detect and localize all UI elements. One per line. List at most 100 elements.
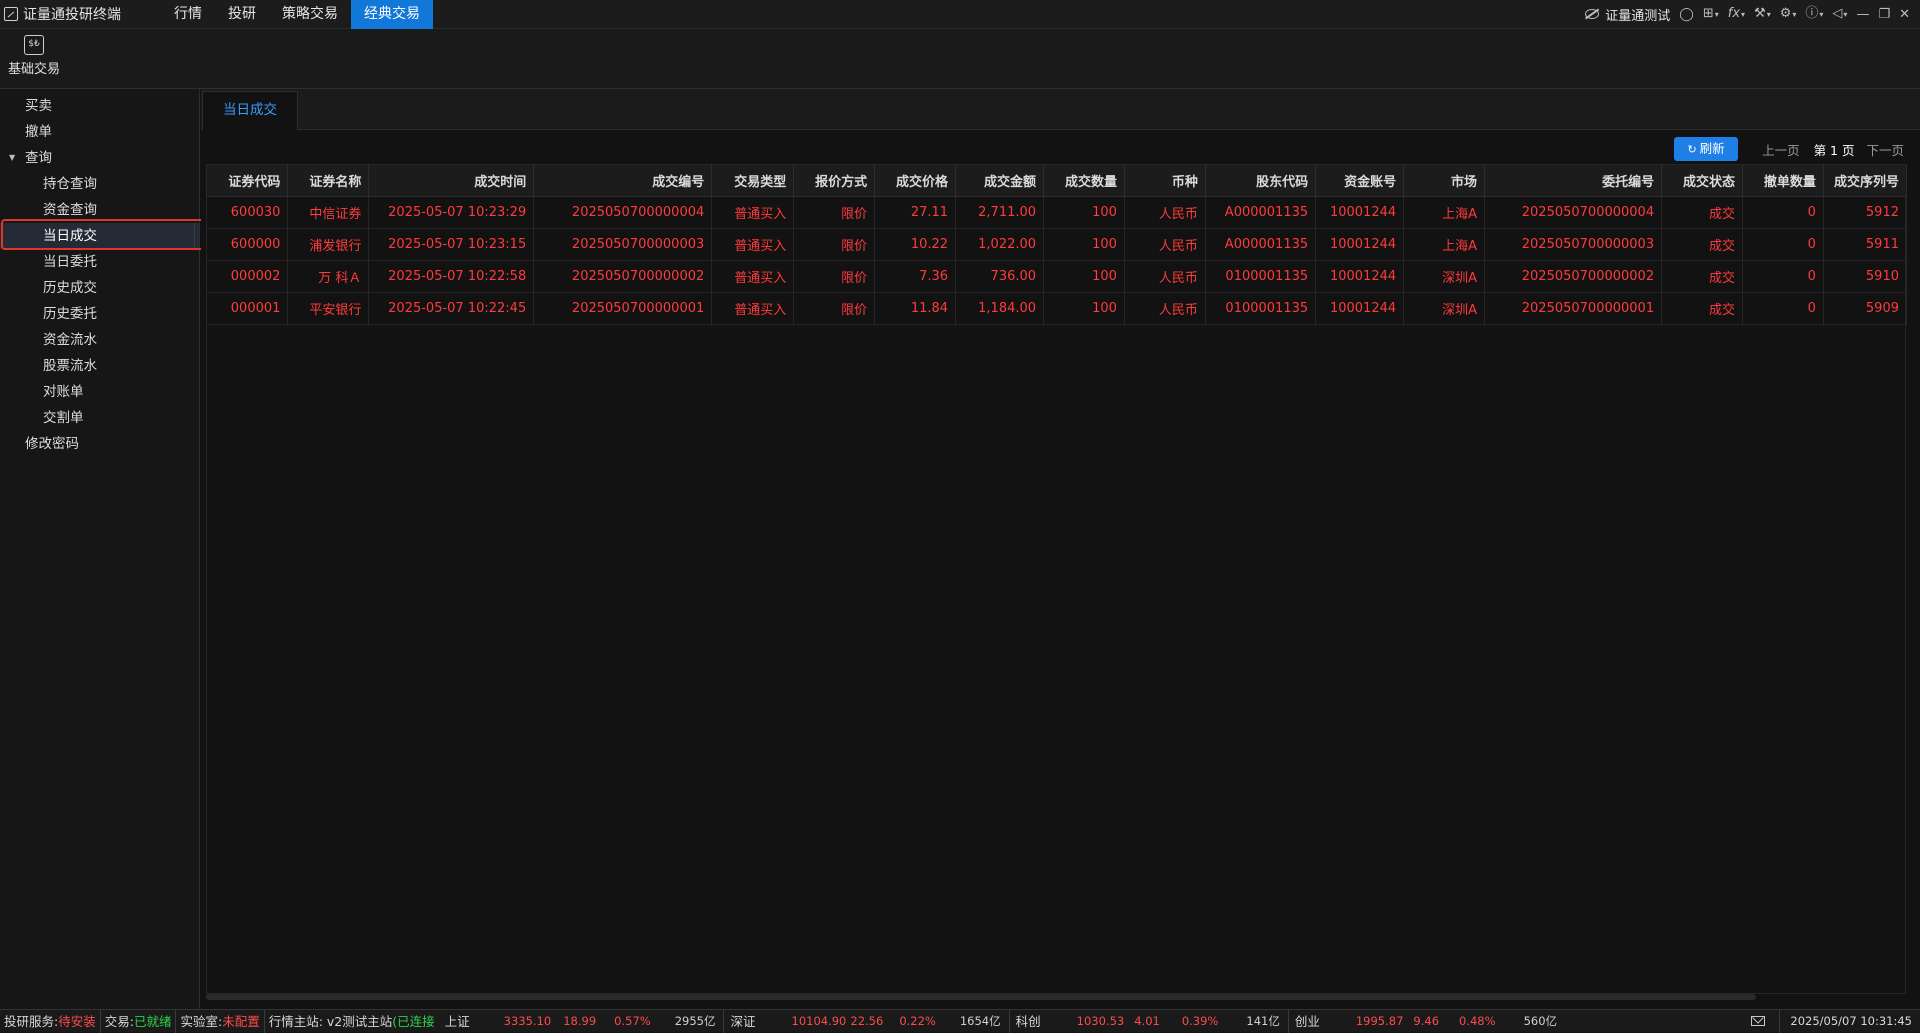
cell-price-type: 限价	[793, 196, 876, 229]
sidebar-item-position-query[interactable]: 持仓查询	[0, 171, 199, 197]
cell-stock-code: 000002	[207, 260, 289, 293]
column-header-market[interactable]: 市场	[1403, 165, 1486, 197]
cell-fund-account: 10001244	[1315, 260, 1405, 293]
index-name[interactable]: 科创	[1010, 1010, 1047, 1033]
sidebar-item-history-orders[interactable]: 历史委托	[0, 301, 199, 327]
column-header-trade-price[interactable]: 成交价格	[874, 165, 957, 197]
user-icon[interactable]: ◯	[1679, 0, 1694, 29]
sidebar-item-cancel-order[interactable]: 撤单	[0, 119, 199, 145]
sidebar: 买卖 撤单 ▼ 查询 持仓查询 资金查询 当日成交 当日委托 历史成交 历史委托 …	[0, 89, 200, 1009]
restore-icon[interactable]: ❐	[1878, 0, 1890, 29]
column-header-trade-time[interactable]: 成交时间	[368, 165, 535, 197]
column-header-order-no[interactable]: 委托编号	[1484, 165, 1663, 197]
column-header-fund-account[interactable]: 资金账号	[1315, 165, 1405, 197]
sidebar-item-delivery-note[interactable]: 交割单	[0, 405, 199, 431]
table-row[interactable]: 600000 浦发银行 2025-05-07 10:23:15 20250507000…	[207, 228, 1908, 261]
index-amount: 2955亿	[651, 1009, 725, 1033]
help-icon[interactable]: ⓘ▾	[1805, 0, 1823, 29]
table-row[interactable]: 000001 平安银行 2025-05-07 10:22:45 20250507000…	[207, 292, 1908, 325]
trades-table: 证券代码 证券名称 成交时间 成交编号 交易类型 报价方式 成交价格 成交金额 成交数量 币种 股东…	[207, 165, 1908, 325]
cell-stock-name: 中信证券	[287, 196, 370, 229]
sidebar-item-buy-sell[interactable]: 买卖	[0, 93, 199, 119]
gear-icon[interactable]: ⚙▾	[1780, 0, 1797, 29]
pager: ↻ 刷新 上一页 第 1 页 下一页	[1674, 136, 1904, 162]
column-header-stock-code[interactable]: 证券代码	[207, 165, 289, 197]
sidebar-item-stock-flow[interactable]: 股票流水	[0, 353, 199, 379]
close-icon[interactable]: ✕	[1899, 0, 1910, 29]
cell-trade-status: 成交	[1661, 196, 1744, 229]
sidebar-item-fund-flow[interactable]: 资金流水	[0, 327, 199, 353]
cell-stock-code: 600030	[207, 196, 289, 229]
sidebar-item-change-password[interactable]: 修改密码	[0, 431, 199, 457]
quote-server-label: 行情主站: v2测试主站	[268, 1013, 393, 1029]
cell-holder-code: A000001135	[1205, 228, 1317, 261]
sidebar-item-statement[interactable]: 对账单	[0, 379, 199, 405]
mail-icon[interactable]	[1751, 1016, 1766, 1026]
table-row[interactable]: 000002 万 科Ａ 2025-05-07 10:22:58 20250507000…	[207, 260, 1908, 293]
index-pct: 0.39%	[1181, 1013, 1219, 1028]
fx-icon[interactable]: fx▾	[1728, 0, 1745, 29]
refresh-button[interactable]: ↻ 刷新	[1674, 137, 1739, 161]
trade-status: 交易:已就绪	[101, 1009, 177, 1033]
cell-trade-amount: 2,711.00	[955, 196, 1045, 229]
column-header-stock-name[interactable]: 证券名称	[287, 165, 370, 197]
sidebar-item-today-trades[interactable]: 当日成交	[0, 223, 199, 249]
index-change: 9.46	[1413, 1013, 1440, 1028]
cell-trade-no: 2025050700000001	[533, 292, 713, 325]
cell-stock-name: 浦发银行	[287, 228, 370, 261]
index-name[interactable]: 创业	[1289, 1010, 1326, 1033]
research-service-value: 待安装	[58, 1013, 96, 1029]
cell-currency: 人民币	[1124, 228, 1206, 261]
menu-item-strategy-trade[interactable]: 策略交易	[269, 0, 351, 29]
table-row[interactable]: 600030 中信证券 2025-05-07 10:23:29 20250507000…	[207, 196, 1908, 229]
index-pct: 0.48%	[1459, 1013, 1496, 1028]
index-price: 10104.90	[791, 1013, 847, 1028]
column-header-trade-seq[interactable]: 成交序列号	[1823, 165, 1908, 197]
lab-status: 实验室:未配置	[176, 1009, 265, 1033]
horizontal-scrollbar[interactable]	[206, 994, 1756, 1000]
trade-status-label: 交易:	[104, 1013, 134, 1029]
wrench-icon[interactable]: ⚒▾	[1754, 0, 1771, 29]
cell-trade-qty: 100	[1043, 196, 1125, 229]
menu-item-market[interactable]: 行情	[161, 0, 215, 29]
menu-item-research[interactable]: 投研	[215, 0, 269, 29]
column-header-price-type[interactable]: 报价方式	[793, 165, 876, 197]
tab-today-trades[interactable]: 当日成交	[202, 91, 298, 130]
menu-item-classic-trade[interactable]: 经典交易	[351, 0, 433, 29]
basic-trade-button[interactable]: $₺ 基础交易	[6, 33, 62, 83]
column-header-cancel-qty[interactable]: 撤单数量	[1742, 165, 1824, 197]
sidebar-group-query[interactable]: ▼ 查询	[0, 145, 199, 171]
app-title: 证量通投研终端	[23, 7, 121, 23]
column-header-trade-amount[interactable]: 成交金额	[955, 165, 1045, 197]
cell-order-no: 2025050700000003	[1484, 228, 1663, 261]
basic-trade-label: 基础交易	[7, 62, 60, 77]
cell-trade-type: 普通买入	[711, 260, 795, 293]
grid-icon[interactable]: ⊞▾	[1703, 0, 1719, 29]
column-header-trade-status[interactable]: 成交状态	[1661, 165, 1744, 197]
sidebar-item-history-trades[interactable]: 历史成交	[0, 275, 199, 301]
column-header-trade-type[interactable]: 交易类型	[711, 165, 795, 197]
column-header-currency[interactable]: 币种	[1124, 165, 1206, 197]
column-header-holder-code[interactable]: 股东代码	[1205, 165, 1317, 197]
table-header: 证券代码 证券名称 成交时间 成交编号 交易类型 报价方式 成交价格 成交金额 成交数量 币种 股东…	[207, 165, 1908, 197]
datetime: 2025/05/07 10:31:45	[1779, 1009, 1920, 1033]
prev-page-link[interactable]: 上一页	[1762, 140, 1800, 159]
cell-price-type: 限价	[793, 292, 876, 325]
next-page-link[interactable]: 下一页	[1866, 140, 1904, 159]
cell-market: 深圳A	[1403, 292, 1486, 325]
cell-price-type: 限价	[793, 260, 876, 293]
status-bar: 投研服务:待安装 交易:已就绪 实验室:未配置 行情主站: v2测试主站(已连接…	[0, 1009, 1920, 1033]
index-name[interactable]: 上证	[439, 1010, 476, 1033]
back-icon[interactable]: ◁▾	[1832, 0, 1847, 29]
index-name[interactable]: 深证	[724, 1010, 761, 1033]
username[interactable]: 证量通测试	[1605, 5, 1670, 24]
cell-holder-code: A000001135	[1205, 196, 1317, 229]
research-service-status: 投研服务:待安装	[0, 1009, 101, 1033]
sidebar-item-today-orders[interactable]: 当日委托	[0, 249, 199, 275]
column-header-trade-qty[interactable]: 成交数量	[1043, 165, 1125, 197]
tab-bar: 当日成交	[201, 89, 1920, 130]
eye-off-icon[interactable]	[1585, 9, 1600, 19]
column-header-trade-no[interactable]: 成交编号	[533, 165, 713, 197]
sidebar-item-fund-query[interactable]: 资金查询	[0, 197, 199, 223]
minimize-icon[interactable]: —	[1856, 0, 1869, 29]
